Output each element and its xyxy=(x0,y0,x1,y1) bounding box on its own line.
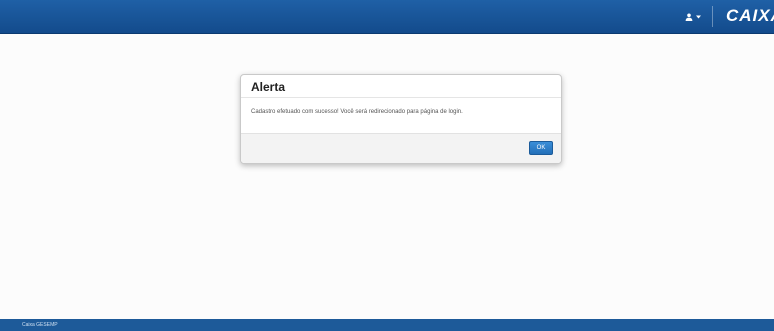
footer-text: Caixa GESEMP xyxy=(22,322,58,328)
caixa-logo[interactable]: CAIXA xyxy=(726,5,774,27)
modal-backdrop: Alerta Cadastro efetuado com sucesso! Vo… xyxy=(0,34,774,319)
footer-bar: Caixa GESEMP xyxy=(0,319,774,331)
dialog-title: Alerta xyxy=(251,80,286,94)
dialog-message: Cadastro efetuado com sucesso! Você será… xyxy=(251,109,463,115)
dialog-body: Cadastro efetuado com sucesso! Você será… xyxy=(241,98,561,133)
chevron-down-icon xyxy=(696,15,701,19)
navbar-divider xyxy=(712,6,713,27)
alert-dialog: Alerta Cadastro efetuado com sucesso! Vo… xyxy=(240,74,562,164)
user-icon xyxy=(685,13,693,21)
ok-button[interactable]: OK xyxy=(529,141,553,155)
top-navbar: CAIXA xyxy=(0,0,774,34)
user-menu-toggle[interactable] xyxy=(685,11,701,23)
dialog-footer: OK xyxy=(241,133,561,163)
dialog-header: Alerta xyxy=(241,75,561,98)
